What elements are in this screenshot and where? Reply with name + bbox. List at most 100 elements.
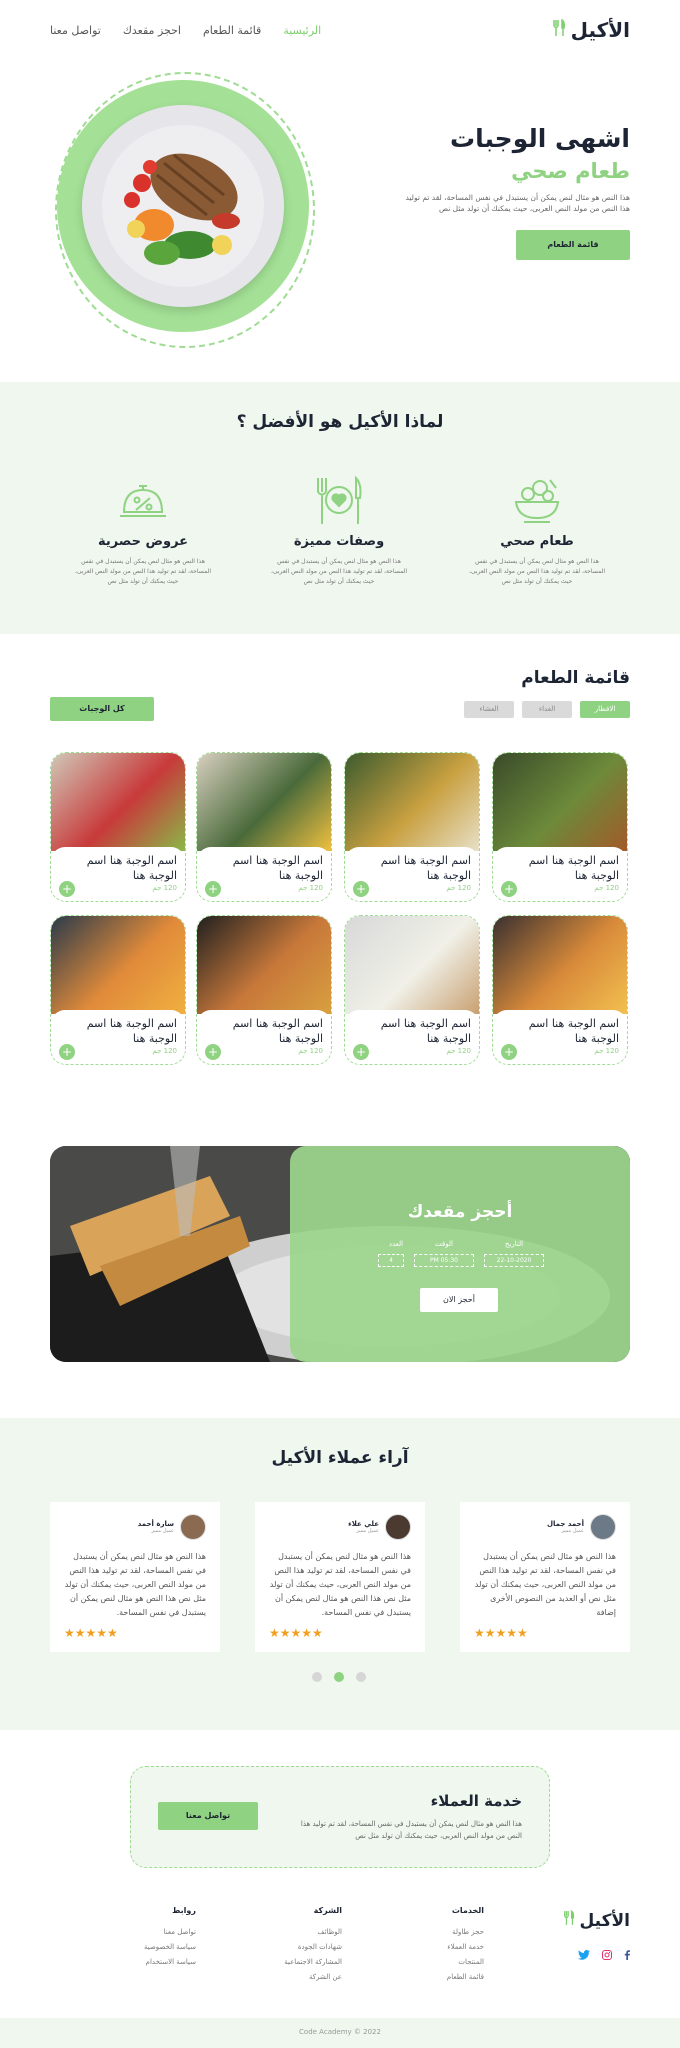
- fork-knife-icon: [563, 1909, 575, 1931]
- hero-title: اشهى الوجبات: [449, 124, 630, 153]
- meal-price: 120 جم: [446, 1047, 471, 1055]
- twitter-icon[interactable]: [578, 1950, 590, 1963]
- reviewer-name: أحمد جمال: [546, 1520, 584, 1528]
- add-to-cart-button[interactable]: +: [353, 881, 369, 897]
- add-to-cart-button[interactable]: +: [353, 1044, 369, 1060]
- menu-card[interactable]: اسم الوجبة هنا اسم الوجبة هنا 120 جم +: [344, 915, 480, 1065]
- menu-card[interactable]: اسم الوجبة هنا اسم الوجبة هنا 120 جم +: [492, 915, 628, 1065]
- menu-card[interactable]: اسم الوجبة هنا اسم الوجبة هنا 120 جم +: [196, 915, 332, 1065]
- card-body: اسم الوجبة هنا اسم الوجبة هنا 120 جم +: [51, 1010, 185, 1064]
- reviewer-title: عميل مميز: [356, 1528, 379, 1534]
- cutlery-heart-icon: [312, 474, 366, 528]
- time-input[interactable]: 05:30 PM: [414, 1254, 474, 1267]
- date-input[interactable]: 22-10-2020: [484, 1254, 544, 1267]
- count-label: العدد: [388, 1240, 404, 1248]
- testimonials-title: آراء عملاء الأكيل: [271, 1448, 409, 1468]
- footer-link[interactable]: الوظائف: [284, 1925, 342, 1940]
- copyright: Code Academy © 2022: [299, 2028, 381, 2036]
- book-now-button[interactable]: أحجز الان: [420, 1288, 498, 1312]
- tab-lunch[interactable]: الغداء: [522, 701, 572, 718]
- meal-image: [493, 916, 627, 1014]
- footer-link[interactable]: شهادات الجودة: [284, 1940, 342, 1955]
- add-to-cart-button[interactable]: +: [205, 881, 221, 897]
- card-body: اسم الوجبة هنا اسم الوجبة هنا 120 جم +: [493, 847, 627, 901]
- meal-name: اسم الوجبة هنا اسم الوجبة هنا: [528, 854, 619, 882]
- add-to-cart-button[interactable]: +: [501, 881, 517, 897]
- fork-knife-icon: [552, 18, 566, 42]
- footer-column-title: الشركة: [313, 1906, 342, 1915]
- footer-link[interactable]: خدمة العملاء: [447, 1940, 484, 1955]
- footer-link[interactable]: تواصل معنا: [144, 1925, 196, 1940]
- menu-card[interactable]: اسم الوجبة هنا اسم الوجبة هنا 120 جم +: [50, 915, 186, 1065]
- menu-card[interactable]: اسم الوجبة هنا اسم الوجبة هنا 120 جم +: [344, 752, 480, 902]
- feature-text: هذا النص هو مثال لنص يمكن أن يستبدل في ن…: [74, 558, 212, 585]
- star-rating: ★★★★★: [269, 1626, 323, 1640]
- footer-link[interactable]: سياسة الاستخدام: [144, 1955, 196, 1970]
- carousel-dot-active[interactable]: [334, 1672, 344, 1682]
- meal-name: اسم الوجبة هنا اسم الوجبة هنا: [380, 1017, 471, 1045]
- hero-menu-button[interactable]: قائمة الطعام: [516, 230, 630, 260]
- menu-card[interactable]: اسم الوجبة هنا اسم الوجبة هنا 120 جم +: [492, 752, 628, 902]
- card-body: اسم الوجبة هنا اسم الوجبة هنا 120 جم +: [345, 1010, 479, 1064]
- nav-link-home[interactable]: الرئيسية: [283, 24, 321, 37]
- reviewer: أحمد جمال عميل مميز: [474, 1514, 616, 1540]
- footer-link[interactable]: حجز طاولة: [447, 1925, 484, 1940]
- brand-logo[interactable]: الأكيل: [552, 18, 630, 42]
- hero-text: اشهى الوجبات طعام صحي هذا النص هو مثال ل…: [330, 122, 630, 214]
- footer-link[interactable]: سياسة الخصوصية: [144, 1940, 196, 1955]
- menu-card[interactable]: اسم الوجبة هنا اسم الوجبة هنا 120 جم +: [196, 752, 332, 902]
- date-label: التاريخ: [504, 1240, 524, 1248]
- salad-bowl-icon: [510, 474, 564, 528]
- menu-tabs: الافطار الغداء العشاء: [464, 701, 630, 718]
- reviewer: سارة أحمد عميل مميز: [64, 1514, 206, 1540]
- footer-link[interactable]: قائمة الطعام: [447, 1970, 484, 1985]
- footer-column: روابط تواصل معنا سياسة الخصوصية سياسة الاست…: [144, 1906, 196, 1970]
- meal-price: 120 جم: [298, 884, 323, 892]
- star-rating: ★★★★★: [64, 1626, 118, 1640]
- meal-name: اسم الوجبة هنا اسم الوجبة هنا: [232, 854, 323, 882]
- meal-image: [51, 916, 185, 1014]
- menu-title: قائمة الطعام: [521, 668, 630, 688]
- review-text: هذا النص هو مثال لنص يمكن أن يستبدل في ن…: [269, 1552, 411, 1617]
- add-to-cart-button[interactable]: +: [59, 881, 75, 897]
- feature-text: هذا النص هو مثال لنص يمكن أن يستبدل في ن…: [270, 558, 408, 585]
- add-to-cart-button[interactable]: +: [501, 1044, 517, 1060]
- logo-text: الأكيل: [570, 18, 630, 42]
- reviewer: علي علاء عميل مميز: [269, 1514, 411, 1540]
- footer-logo[interactable]: الأكيل: [563, 1909, 631, 1931]
- tab-dinner[interactable]: العشاء: [464, 701, 514, 718]
- hero-description: هذا النص هو مثال لنص يمكن أن يستبدل في ن…: [405, 193, 630, 213]
- carousel-dot[interactable]: [356, 1672, 366, 1682]
- review-text: هذا النص هو مثال لنص يمكن أن يستبدل في ن…: [64, 1552, 206, 1617]
- nav-link-menu[interactable]: قائمة الطعام: [203, 24, 261, 37]
- footer-link[interactable]: عن الشركة: [284, 1970, 342, 1985]
- footer-link[interactable]: المنتجات: [447, 1955, 484, 1970]
- meal-price: 120 جم: [594, 1047, 619, 1055]
- testimonial-card: علي علاء عميل مميز هذا النص هو مثال لنص يم…: [255, 1502, 425, 1652]
- card-body: اسم الوجبة هنا اسم الوجبة هنا 120 جم +: [493, 1010, 627, 1064]
- footer-column-title: الخدمات: [451, 1906, 484, 1915]
- contact-us-button[interactable]: تواصل معنا: [158, 1802, 258, 1830]
- menu-card[interactable]: اسم الوجبة هنا اسم الوجبة هنا 120 جم +: [50, 752, 186, 902]
- nav-link-contact[interactable]: تواصل معنا: [50, 24, 101, 37]
- meal-image: [345, 753, 479, 851]
- footer-link[interactable]: المشاركة الاجتماعية: [284, 1955, 342, 1970]
- facebook-icon[interactable]: [624, 1950, 630, 1963]
- tab-breakfast[interactable]: الافطار: [580, 701, 630, 718]
- carousel-dot[interactable]: [312, 1672, 322, 1682]
- footer-column: الشركة الوظائف شهادات الجودة المشاركة الاجت…: [284, 1906, 342, 1985]
- testimonial-card: سارة أحمد عميل مميز هذا النص هو مثال لنص ي…: [50, 1502, 220, 1652]
- why-title: لماذا الأكيل هو الأفضل ؟: [236, 412, 444, 432]
- reviewer-name: علي علاء: [348, 1520, 379, 1528]
- instagram-icon[interactable]: [602, 1950, 612, 1963]
- footer-logo-text: الأكيل: [579, 1910, 631, 1931]
- feature-title: طعام صحي: [500, 534, 574, 549]
- add-to-cart-button[interactable]: +: [205, 1044, 221, 1060]
- main-nav: الرئيسية قائمة الطعام احجز مقعدك تواصل م…: [50, 24, 321, 37]
- add-to-cart-button[interactable]: +: [59, 1044, 75, 1060]
- count-input[interactable]: 4: [378, 1254, 404, 1267]
- meal-price: 120 جم: [152, 884, 177, 892]
- meal-price: 120 جم: [152, 1047, 177, 1055]
- all-meals-button[interactable]: كل الوجبات: [50, 697, 154, 721]
- nav-link-booking[interactable]: احجز مقعدك: [123, 24, 181, 37]
